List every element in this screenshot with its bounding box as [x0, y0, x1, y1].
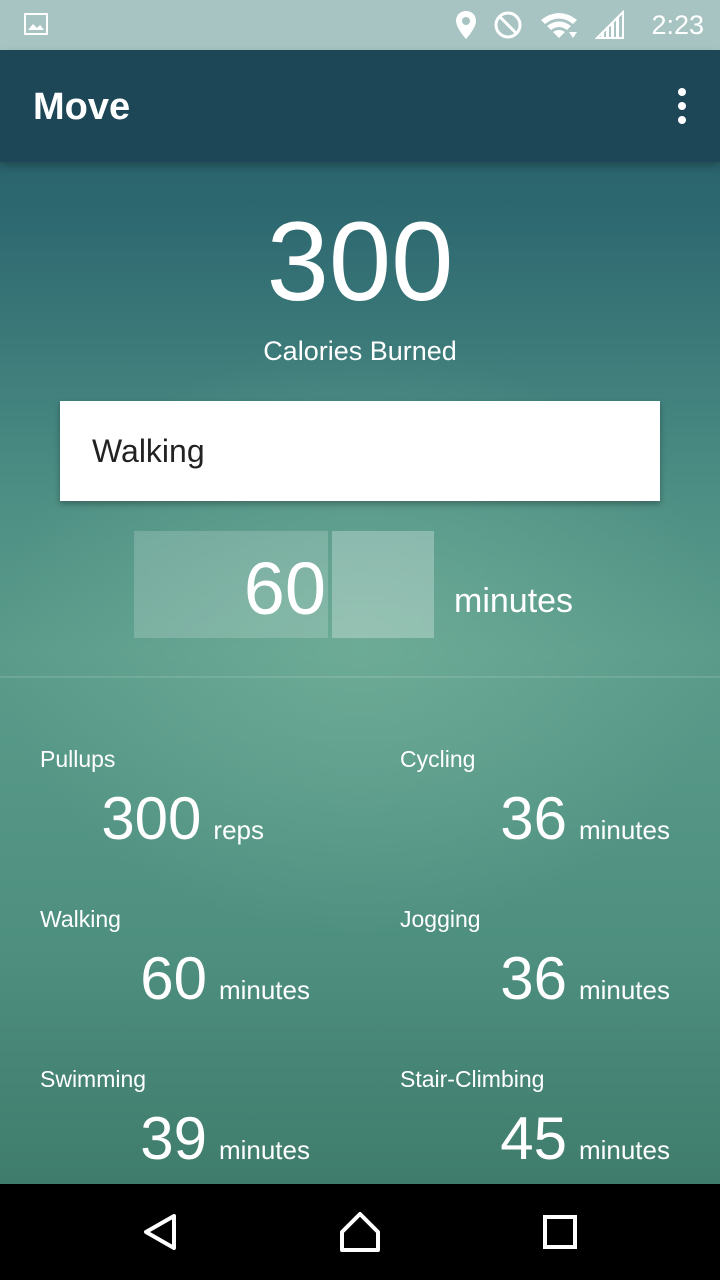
image-icon [24, 13, 48, 35]
activity-selector[interactable]: Walking [60, 401, 660, 501]
equivalent-value: 300 [101, 785, 202, 852]
equivalent-name: Walking [40, 906, 121, 932]
divider [0, 676, 720, 678]
equivalent-unit: minutes [578, 815, 670, 845]
equivalent-value: 36 [500, 945, 567, 1012]
location-icon [456, 11, 477, 39]
amount-picker-secondary[interactable] [332, 531, 434, 638]
equivalent-unit: reps [213, 815, 264, 845]
equivalent-unit: minutes [218, 975, 310, 1005]
equivalent-name: Stair-Climbing [400, 1066, 545, 1092]
calories-label: Calories Burned [263, 336, 457, 366]
navigation-bar [0, 1184, 720, 1280]
equivalent-value: 60 [140, 945, 207, 1012]
amount-unit: minutes [454, 582, 574, 620]
signal-icon [595, 10, 625, 39]
equivalent-item: Walking 60 minutes [0, 900, 360, 1060]
calories-value: 300 [266, 199, 454, 324]
equivalent-name: Pullups [40, 746, 116, 772]
equivalent-name: Cycling [400, 746, 476, 772]
equivalent-value: 36 [500, 785, 567, 852]
activity-selected: Walking [92, 432, 205, 469]
amount-picker[interactable]: 60 [134, 531, 328, 638]
equivalent-value: 39 [140, 1105, 207, 1172]
equivalent-unit: minutes [218, 1135, 310, 1165]
do-not-disturb-icon [494, 11, 522, 39]
equivalent-item: Cycling 36 minutes [360, 740, 720, 900]
recents-icon[interactable] [530, 1202, 590, 1262]
more-vert-icon[interactable] [672, 88, 692, 124]
amount-value: 60 [243, 547, 326, 630]
equivalent-unit: minutes [578, 1135, 670, 1165]
home-icon[interactable] [330, 1202, 390, 1262]
equivalent-value: 45 [500, 1105, 567, 1172]
equivalent-name: Swimming [40, 1066, 147, 1092]
app-title: Move [33, 86, 131, 128]
equivalent-item: Pullups 300 reps [0, 740, 360, 900]
status-time: 2:23 [651, 9, 704, 40]
equivalent-item: Jogging 36 minutes [360, 900, 720, 1060]
equivalent-name: Jogging [400, 906, 481, 932]
equivalent-unit: minutes [578, 975, 670, 1005]
status-bar: 2:23 [0, 0, 720, 50]
wifi-icon [541, 13, 578, 38]
app-bar: Move [0, 50, 720, 162]
back-icon[interactable] [130, 1202, 190, 1262]
